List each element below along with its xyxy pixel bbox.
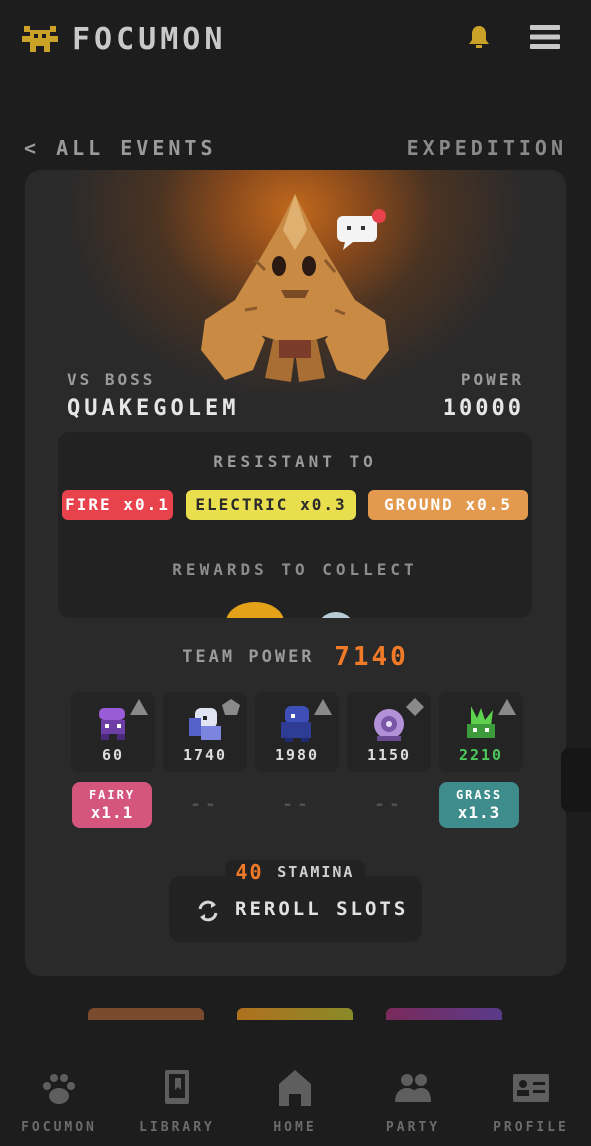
house-icon bbox=[279, 1070, 311, 1106]
boss-event-card: VS BOSS QUAKEGOLEM POWER 10000 RESISTANT… bbox=[25, 170, 566, 976]
badge-multiplier: x1.1 bbox=[90, 803, 134, 822]
rewards-label: REWARDS TO COLLECT bbox=[172, 560, 418, 579]
side-drawer-handle[interactable] bbox=[561, 748, 591, 812]
bell-icon[interactable] bbox=[466, 24, 492, 50]
top-bar: FOCUMON bbox=[0, 0, 591, 80]
boss-name: QUAKEGOLEM bbox=[67, 396, 240, 421]
focumon-logo-icon bbox=[22, 26, 58, 52]
slot-power-value: 2210 bbox=[458, 746, 504, 764]
slot-power-value: 1150 bbox=[366, 746, 412, 764]
event-mode-label: EXPEDITION bbox=[406, 136, 567, 160]
vs-boss-label: VS BOSS bbox=[67, 370, 156, 389]
boss-info-panel: RESISTANT TO FIRE x0.1 ELECTRIC x0.3 GRO… bbox=[58, 432, 532, 618]
pentagon-rank-icon bbox=[222, 699, 240, 715]
refresh-icon bbox=[198, 900, 218, 922]
nav-library[interactable]: LIBRARY bbox=[118, 1068, 236, 1135]
speech-bubble-icon bbox=[337, 209, 386, 250]
triangle-rank-icon bbox=[498, 699, 516, 715]
team-slot-5[interactable]: 2210 bbox=[439, 692, 523, 772]
hamburger-menu-icon[interactable] bbox=[528, 22, 562, 52]
no-bonus-placeholder: -- bbox=[190, 794, 220, 815]
nav-label: FOCUMON bbox=[21, 1120, 97, 1135]
team-slot-2[interactable]: 1740 bbox=[163, 692, 247, 772]
next-card-peek[interactable] bbox=[237, 1008, 353, 1020]
nav-label: LIBRARY bbox=[139, 1120, 215, 1135]
stamina-cost-label: STAMINA bbox=[277, 863, 355, 881]
team-slot-4[interactable]: 1150 bbox=[347, 692, 431, 772]
nav-label: HOME bbox=[273, 1120, 317, 1135]
team-power-value: 7140 bbox=[334, 642, 409, 672]
diamond-rank-icon bbox=[406, 698, 424, 716]
triangle-rank-icon bbox=[314, 699, 332, 715]
slot-power-value: 60 bbox=[101, 746, 125, 764]
team-slot-1[interactable]: 60 bbox=[71, 692, 155, 772]
nav-label: PARTY bbox=[385, 1120, 441, 1135]
team-power: TEAM POWER 7140 bbox=[25, 642, 566, 672]
reroll-slots-label: REROLL SLOTS bbox=[235, 898, 409, 920]
resistant-label: RESISTANT TO bbox=[213, 452, 377, 471]
badge-type: GRASS bbox=[455, 788, 503, 802]
people-icon bbox=[395, 1074, 431, 1102]
back-link-label: ALL EVENTS bbox=[56, 136, 217, 160]
grass-bonus-badge: GRASS x1.3 bbox=[439, 782, 519, 828]
boss-power-value: 10000 bbox=[442, 396, 524, 421]
app-title: FOCUMON bbox=[72, 22, 227, 57]
bottom-navigation: FOCUMON LIBRARY HOME PARTY PROFILE bbox=[0, 1050, 591, 1146]
nav-label: PROFILE bbox=[493, 1120, 569, 1135]
boss-power-label: POWER bbox=[460, 370, 524, 389]
resistance-ground-pill: GROUND x0.5 bbox=[368, 490, 528, 520]
badge-multiplier: x1.3 bbox=[457, 803, 501, 822]
badge-type: FAIRY bbox=[88, 788, 136, 802]
team-power-label: TEAM POWER bbox=[182, 647, 315, 667]
back-link[interactable]: < ALL EVENTS bbox=[24, 136, 217, 160]
team-slot-3[interactable]: 1980 bbox=[255, 692, 339, 772]
triangle-rank-icon bbox=[130, 699, 148, 715]
id-card-icon bbox=[513, 1074, 549, 1102]
nav-party[interactable]: PARTY bbox=[354, 1068, 472, 1135]
slot-power-value: 1980 bbox=[274, 746, 320, 764]
sub-navigation: < ALL EVENTS EXPEDITION bbox=[0, 136, 591, 160]
reward-item-icon[interactable] bbox=[226, 602, 284, 618]
next-card-peek[interactable] bbox=[386, 1008, 502, 1020]
stamina-cost: 40 STAMINA bbox=[225, 860, 365, 890]
no-bonus-placeholder: -- bbox=[374, 794, 404, 815]
nav-home[interactable]: HOME bbox=[236, 1068, 354, 1135]
resistance-fire-pill: FIRE x0.1 bbox=[62, 490, 173, 520]
nav-profile[interactable]: PROFILE bbox=[472, 1068, 590, 1135]
reward-item-icon[interactable] bbox=[316, 612, 356, 618]
fairy-bonus-badge: FAIRY x1.1 bbox=[72, 782, 152, 828]
slot-power-value: 1740 bbox=[182, 746, 228, 764]
book-icon bbox=[165, 1070, 189, 1104]
no-bonus-placeholder: -- bbox=[282, 794, 312, 815]
resistance-electric-pill: ELECTRIC x0.3 bbox=[186, 490, 356, 520]
nav-focumon[interactable]: FOCUMON bbox=[0, 1068, 118, 1135]
stamina-cost-value: 40 bbox=[235, 860, 264, 884]
next-card-peek[interactable] bbox=[88, 1008, 204, 1020]
paw-icon bbox=[43, 1074, 75, 1104]
